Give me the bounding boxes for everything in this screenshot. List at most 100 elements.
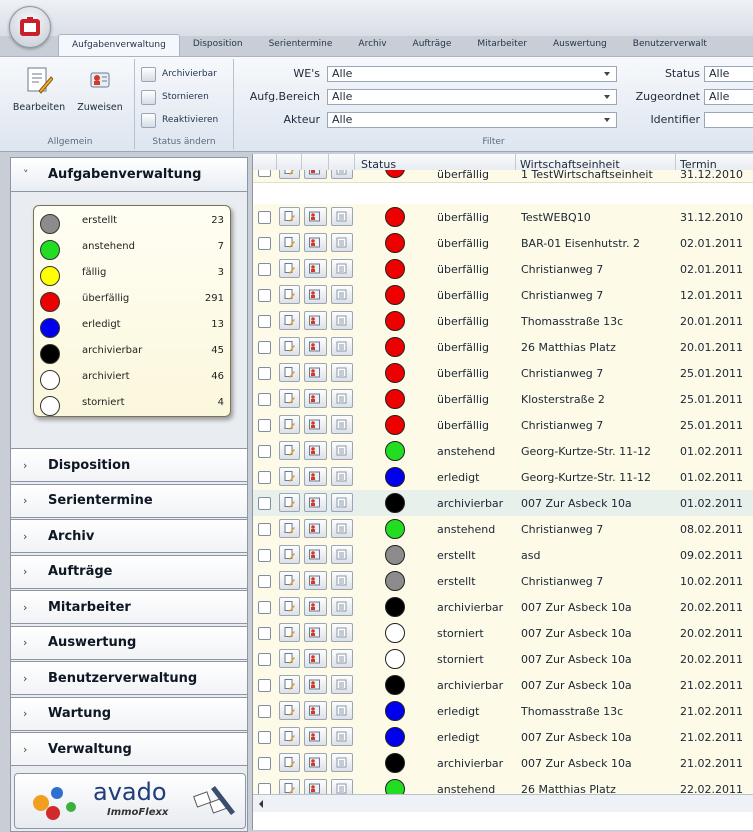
assign-user-button[interactable] [304,649,327,668]
row-checkbox[interactable] [258,393,271,406]
assign-user-button[interactable] [304,311,327,330]
edit-task-button[interactable] [279,467,300,486]
edit-task-button[interactable] [279,597,300,616]
note-button[interactable] [331,233,353,252]
row-checkbox[interactable] [258,211,271,224]
note-button[interactable] [331,467,353,486]
ribbon-tab-3[interactable]: Archiv [345,34,399,56]
table-row[interactable]: erledigt Georg-Kurtze-Str. 11-12 01.02.201… [253,464,753,491]
ribbon-tab-7[interactable]: Benutzerverwalt [620,34,720,56]
edit-task-button[interactable] [279,389,300,408]
note-button[interactable] [331,545,353,564]
ribbon-tab-6[interactable]: Auswertung [540,34,620,56]
nav-section-wartung[interactable]: › Wartung [11,696,247,731]
nav-section-archiv[interactable]: › Archiv [11,519,247,553]
note-button[interactable] [331,623,353,642]
edit-task-button[interactable] [279,727,300,746]
row-checkbox[interactable] [258,263,271,276]
row-checkbox[interactable] [258,731,271,744]
ribbon-tab-0[interactable]: Aufgabenverwaltung [58,34,180,57]
assign-user-button[interactable] [304,259,327,278]
note-button[interactable] [331,753,353,772]
note-button[interactable] [331,207,353,226]
identifier-input[interactable] [704,112,753,128]
edit-task-button[interactable] [279,233,300,252]
archivierbar-button[interactable]: Archivierbar [141,65,217,83]
table-row[interactable]: überfällig TestWEBQ10 31.12.2010 [253,204,753,231]
edit-task-button[interactable] [279,623,300,642]
edit-task-button[interactable] [279,753,300,772]
assign-user-button[interactable] [304,170,327,179]
table-row[interactable]: storniert 007 Zur Asbeck 10a 20.02.2011 [253,620,753,647]
zugeordnet-select[interactable]: Alle [704,89,753,105]
edit-task-button[interactable] [279,701,300,720]
table-row[interactable]: archivierbar 007 Zur Asbeck 10a 20.02.2011 [253,594,753,621]
assign-user-button[interactable] [304,207,327,226]
assign-user-button[interactable] [304,623,327,642]
assign-user-button[interactable] [304,493,327,512]
assign-user-button[interactable] [304,285,327,304]
nav-section-serientermine[interactable]: › Serientermine [11,483,247,518]
assign-user-button[interactable] [304,675,327,694]
row-checkbox[interactable] [258,653,271,666]
assign-user-button[interactable] [304,727,327,746]
row-checkbox[interactable] [258,601,271,614]
table-row[interactable]: überfällig Christianweg 7 02.01.2011 [253,256,753,283]
assign-user-button[interactable] [304,519,327,538]
note-button[interactable] [331,337,353,356]
status-filter-select[interactable]: Alle [704,66,753,82]
assign-user-button[interactable] [304,233,327,252]
note-button[interactable] [331,311,353,330]
row-checkbox[interactable] [258,367,271,380]
table-row[interactable]: erledigt Thomasstraße 13c 21.02.2011 [253,698,753,725]
row-checkbox[interactable] [258,315,271,328]
note-button[interactable] [331,389,353,408]
edit-task-button[interactable] [279,493,300,512]
ribbon-tab-2[interactable]: Serientermine [256,34,346,56]
assign-user-button[interactable] [304,545,327,564]
note-button[interactable] [331,597,353,616]
row-checkbox[interactable] [258,341,271,354]
nav-section-mitarbeiter[interactable]: › Mitarbeiter [11,590,247,624]
edit-task-button[interactable] [279,259,300,278]
row-checkbox[interactable] [258,757,271,770]
assign-user-button[interactable] [304,753,327,772]
note-button[interactable] [331,493,353,512]
note-button[interactable] [331,363,353,382]
table-row[interactable]: storniert 007 Zur Asbeck 10a 20.02.2011 [253,646,753,673]
assign-user-button[interactable] [304,571,327,590]
assign-user-button[interactable] [304,337,327,356]
bereich-select[interactable]: Alle [327,89,617,105]
table-row[interactable]: überfällig Christianweg 7 12.01.2011 [253,282,753,309]
table-row[interactable]: anstehend Christianweg 7 08.02.2011 [253,516,753,543]
edit-task-button[interactable] [279,170,300,179]
table-row[interactable]: überfällig 1 TestWirtschaftseinheit 31.12.… [253,170,753,183]
assign-user-button[interactable] [304,467,327,486]
edit-task-button[interactable] [279,571,300,590]
note-button[interactable] [331,285,353,304]
table-row[interactable]: überfällig 26 Matthias Platz 20.01.2011 [253,334,753,361]
note-button[interactable] [331,701,353,720]
row-checkbox[interactable] [258,419,271,432]
nav-section-aufträge[interactable]: › Aufträge [11,554,247,589]
table-row[interactable]: anstehend Georg-Kurtze-Str. 11-12 01.02.20… [253,438,753,465]
row-checkbox[interactable] [258,445,271,458]
row-checkbox[interactable] [258,575,271,588]
table-row[interactable]: erstellt Christianweg 7 10.02.2011 [253,568,753,595]
nav-section-verwaltung[interactable]: › Verwaltung [11,732,247,766]
scroll-left-icon[interactable] [259,800,263,808]
row-checkbox[interactable] [258,679,271,692]
table-row[interactable]: überfällig Christianweg 7 25.01.2011 [253,360,753,387]
note-button[interactable] [331,441,353,460]
edit-task-button[interactable] [279,545,300,564]
edit-task-button[interactable] [279,649,300,668]
table-row[interactable]: erledigt 007 Zur Asbeck 10a 21.02.2011 [253,724,753,751]
edit-task-button[interactable] [279,415,300,434]
table-row[interactable]: überfällig Klosterstraße 2 25.01.2011 [253,386,753,413]
stornieren-button[interactable]: Stornieren [141,88,209,106]
edit-task-button[interactable] [279,675,300,694]
table-row[interactable]: archivierbar 007 Zur Asbeck 10a 01.02.2011 [253,490,753,517]
note-button[interactable] [331,675,353,694]
reaktivieren-button[interactable]: Reaktivieren [141,111,218,129]
row-checkbox[interactable] [258,523,271,536]
